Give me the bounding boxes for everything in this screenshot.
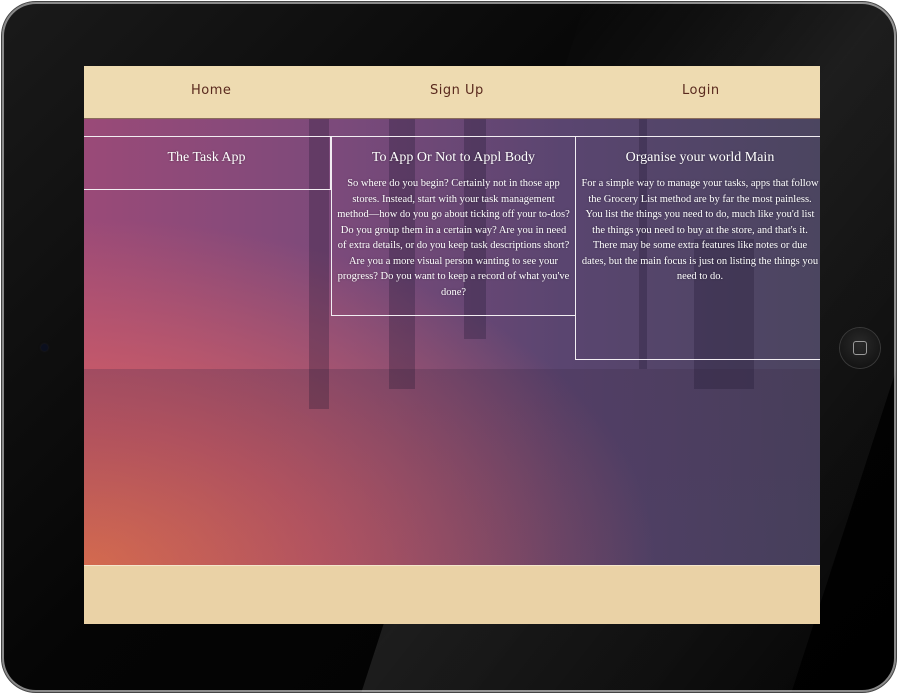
hero-background: The Task App To App Or Not to Appl Body … (84, 119, 820, 565)
home-square-icon (853, 341, 867, 355)
tablet-frame: Home Sign Up Login The Task App To App O… (2, 2, 896, 692)
panel-to-app: To App Or Not to Appl Body So where do y… (331, 136, 576, 316)
footer (84, 565, 820, 624)
panel-task-app: The Task App (84, 136, 331, 190)
nav-home-link[interactable]: Home (191, 83, 231, 98)
navbar: Home Sign Up Login (84, 66, 820, 119)
panel-body: For a simple way to manage your tasks, a… (581, 178, 819, 282)
nav-signup-link[interactable]: Sign Up (430, 83, 484, 98)
panel-title: The Task App (167, 150, 246, 165)
panel-title: Organise your world Main (625, 150, 775, 165)
panel-title: To App Or Not to Appl Body (371, 150, 536, 165)
panel-organise: Organise your world Main For a simple wa… (575, 136, 820, 360)
camera-icon (41, 344, 48, 351)
hero-floor (84, 369, 820, 565)
screen: Home Sign Up Login The Task App To App O… (84, 66, 820, 624)
panel-body: So where do you begin? Certainly not in … (337, 178, 570, 298)
nav-login-link[interactable]: Login (682, 83, 720, 98)
home-hardware-button[interactable] (840, 328, 880, 368)
